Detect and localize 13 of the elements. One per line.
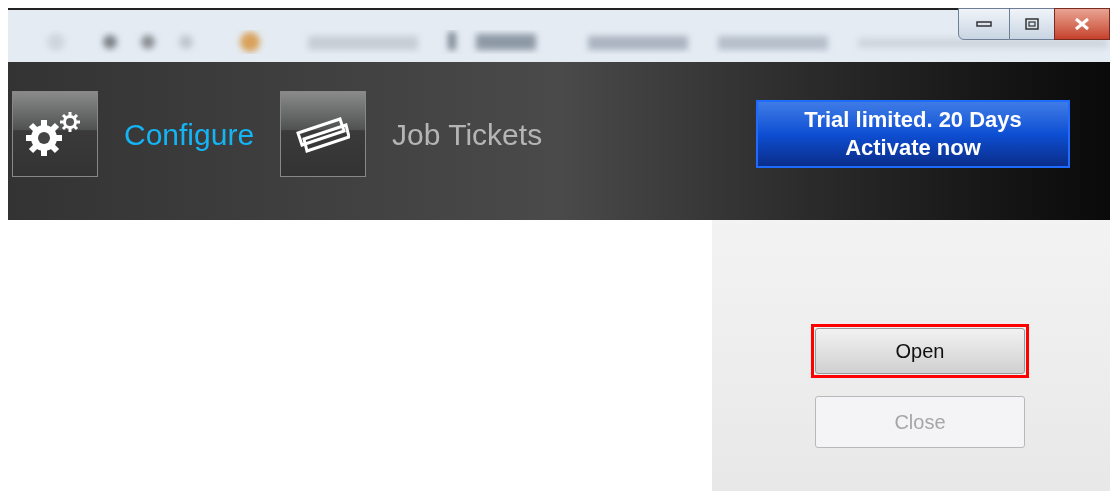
minimize-icon: [976, 21, 992, 27]
tab-icon-button[interactable]: [280, 91, 367, 177]
close-window-button[interactable]: [1054, 8, 1110, 40]
close-icon: [1074, 17, 1090, 31]
activate-button[interactable]: Trial limited. 20 Days Activate now: [756, 100, 1070, 168]
ticket-icon: [296, 115, 351, 153]
dialog-button[interactable]: Open: [815, 328, 1025, 374]
tab-icon-button[interactable]: [12, 91, 98, 177]
tab[interactable]: Job Tickets: [392, 111, 543, 157]
minimize-button[interactable]: [958, 8, 1010, 40]
tab[interactable]: Configure: [124, 111, 255, 157]
maximize-button[interactable]: [1010, 8, 1054, 40]
maximize-icon: [1025, 18, 1039, 30]
